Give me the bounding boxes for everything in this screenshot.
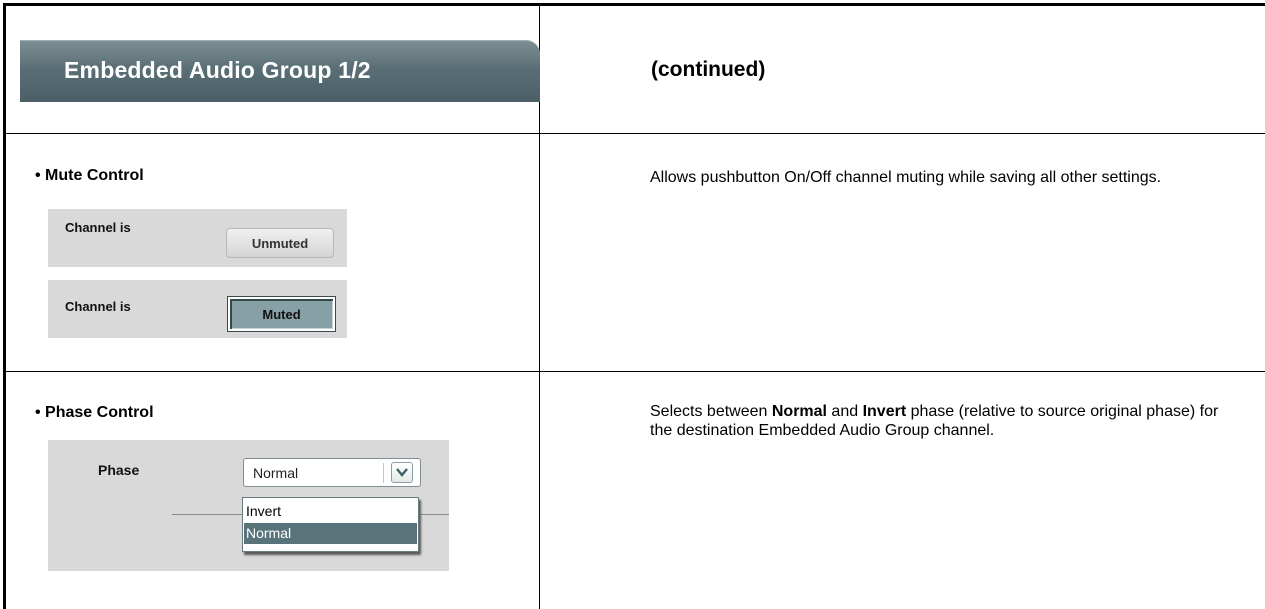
phase-control-title: • Phase Control <box>35 404 154 421</box>
phase-select[interactable]: Normal <box>243 458 421 487</box>
group-tab-label: Embedded Audio Group 1/2 <box>64 57 371 83</box>
channel-label: Channel is <box>65 299 131 314</box>
mute-control-description: Allows pushbutton On/Off channel muting … <box>650 169 1162 186</box>
option-normal[interactable]: Normal <box>244 523 417 544</box>
table-left-border <box>3 3 6 609</box>
table-top-border <box>3 3 1265 6</box>
channel-label: Channel is <box>65 220 131 235</box>
mute-control-title: • Mute Control <box>35 167 144 184</box>
desc-bold-normal: Normal <box>771 403 827 420</box>
desc-text: Selects between <box>650 403 772 420</box>
phase-selected-value: Normal <box>253 465 299 481</box>
panel-divider-line <box>172 514 242 515</box>
select-separator <box>383 463 384 483</box>
desc-text: and <box>826 403 863 420</box>
unmuted-button[interactable]: Unmuted <box>226 228 334 258</box>
row-divider-2 <box>3 371 1265 372</box>
continued-label: (continued) <box>651 58 766 81</box>
option-invert[interactable]: Invert <box>244 501 417 522</box>
phase-control-description: Selects between Normal and Invert phase … <box>650 402 1240 440</box>
embedded-audio-group-tab[interactable]: Embedded Audio Group 1/2 <box>20 40 540 102</box>
desc-bold-invert: Invert <box>862 403 907 420</box>
panel-divider-line <box>420 514 449 515</box>
muted-button[interactable]: Muted <box>227 296 336 332</box>
chevron-down-icon[interactable] <box>391 462 413 483</box>
phase-label: Phase <box>98 462 140 478</box>
phase-dropdown-list: Invert Normal <box>242 497 419 552</box>
row-divider-1 <box>3 133 1265 134</box>
